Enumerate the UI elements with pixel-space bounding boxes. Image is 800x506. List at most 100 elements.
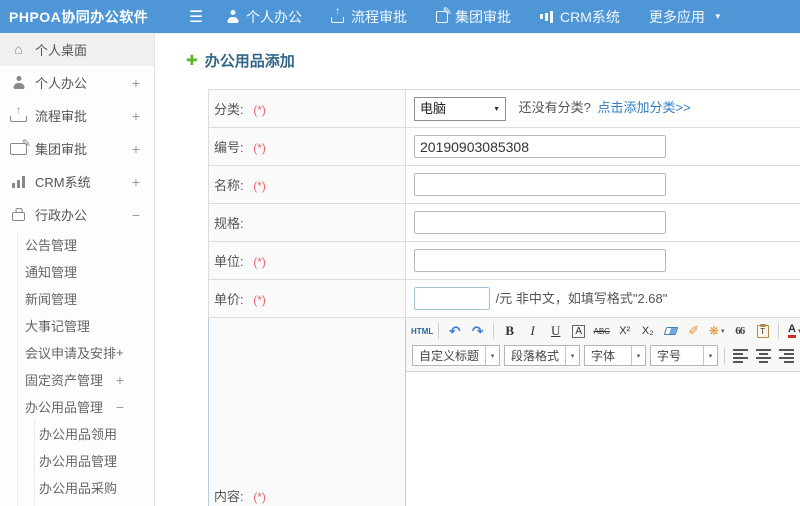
label-text: 规格: — [214, 216, 244, 231]
sidebar-item-label: CRM系统 — [35, 175, 91, 190]
sidebar-item-supplies-requisition[interactable]: 办公用品领用 — [35, 420, 154, 447]
strikethrough-button[interactable]: ABC — [591, 321, 612, 341]
editor-toolbar: HTML ↶ ↷ B I U A ABC X² X₂ ✐ ❋ ▾ 66 T A … — [406, 318, 800, 372]
topnav-personal-office[interactable]: 个人办公 — [226, 7, 302, 27]
paste-as-text-button[interactable]: T — [752, 321, 773, 341]
sidebar-item-admin-office[interactable]: 行政办公 − — [0, 198, 154, 231]
toolbar-separator — [778, 323, 780, 339]
add-plus-icon: ✚ — [186, 52, 198, 68]
sidebar-item-fixed-assets-mgmt[interactable]: 固定资产管理 + — [18, 366, 154, 393]
topnav-crm-system[interactable]: CRM系统 — [540, 7, 620, 27]
custom-heading-dropdown[interactable]: 自定义标题 ▾ — [412, 345, 501, 366]
html-source-button[interactable]: HTML — [411, 321, 433, 341]
sub-item-label: 会议申请及安排 — [25, 346, 117, 361]
sidebar-item-desktop[interactable]: ⌂ 个人桌面 — [0, 33, 154, 66]
field-label-category: 分类: (*) — [208, 89, 406, 128]
expand-icon: + — [131, 140, 140, 157]
sub-item-label: 办公用品采购 — [39, 481, 118, 496]
briefcase-icon — [12, 212, 25, 221]
no-category-hint: 还没有分类? — [518, 99, 591, 115]
sidebar-item-workflow-approval[interactable]: 流程审批 + — [0, 99, 154, 132]
sidebar-item-supplies-management[interactable]: 办公用品管理 — [35, 447, 154, 474]
menu-toggle-icon[interactable]: ☰ — [178, 7, 214, 27]
upload-icon — [10, 109, 27, 122]
sidebar-item-crm-system[interactable]: CRM系统 + — [0, 165, 154, 198]
bold-button[interactable]: B — [499, 321, 520, 341]
sidebar-item-office-supplies-mgmt[interactable]: 办公用品管理 − — [18, 393, 154, 420]
toolbar-separator — [493, 323, 495, 339]
font-family-dropdown[interactable]: 字体 ▾ — [584, 345, 647, 366]
chevron-down-icon: ▾ — [720, 328, 725, 335]
sidebar-item-personal-office[interactable]: 个人办公 + — [0, 66, 154, 99]
subscript-button[interactable]: X₂ — [637, 321, 658, 341]
form-row-unit: 单位: (*) — [208, 241, 800, 280]
office-supplies-submenu: 办公用品领用 办公用品管理 办公用品采购 — [34, 420, 154, 506]
code-input[interactable] — [414, 135, 666, 158]
sidebar-item-announcement-mgmt[interactable]: 公告管理 — [18, 231, 154, 258]
app-logo[interactable]: PHPOA协同办公软件 — [0, 7, 178, 27]
spec-input[interactable] — [414, 211, 666, 234]
auto-typeset-button[interactable]: ❋ ▾ — [706, 321, 727, 341]
sidebar-item-supplies-purchase[interactable]: 办公用品采购 — [35, 474, 154, 501]
edit-square-icon — [10, 137, 31, 155]
home-icon: ⌂ — [14, 41, 23, 57]
topnav-group-approval[interactable]: 集团审批 — [436, 5, 511, 27]
unit-input[interactable] — [414, 249, 666, 272]
redo-button[interactable]: ↷ — [467, 321, 488, 341]
expand-icon: + — [131, 107, 140, 124]
remove-format-button[interactable] — [660, 321, 681, 341]
font-color-button[interactable]: A▾ — [784, 321, 800, 341]
label-text: 单价: — [214, 292, 244, 307]
toolbar-separator — [724, 347, 726, 364]
label-text: 内容: — [214, 488, 244, 504]
sub-item-label: 公告管理 — [25, 238, 78, 253]
topnav-workflow-approval[interactable]: 流程审批 — [331, 7, 407, 27]
toolbar-separator — [438, 323, 440, 339]
required-mark: (*) — [253, 293, 266, 307]
expand-icon: + — [131, 173, 140, 190]
align-left-button[interactable] — [730, 346, 751, 366]
form-row-content: 内容: (*) HTML ↶ ↷ B I U A ABC X² X₂ ✐ ❋ ▾… — [208, 317, 800, 506]
collapse-icon: − — [115, 398, 124, 415]
italic-button[interactable]: I — [522, 321, 543, 341]
sidebar-item-notice-mgmt[interactable]: 通知管理 — [18, 258, 154, 285]
sidebar-item-label: 个人桌面 — [35, 43, 88, 58]
add-category-link[interactable]: 点击添加分类>> — [597, 100, 690, 115]
topnav-label: 流程审批 — [351, 8, 407, 25]
sidebar-item-meeting-request[interactable]: 会议申请及安排 + — [18, 339, 154, 366]
sidebar-item-label: 行政办公 — [35, 208, 88, 223]
expand-icon: + — [116, 345, 124, 360]
label-text: 名称: — [214, 178, 244, 193]
required-mark: (*) — [253, 255, 266, 269]
align-center-button[interactable] — [753, 346, 774, 366]
form-row-code: 编号: (*) — [208, 127, 800, 166]
chevron-down-icon: ▾ — [565, 346, 579, 365]
sidebar: ⌂ 个人桌面 个人办公 + 流程审批 + 集团审批 + CRM系统 + 行政办公… — [0, 33, 155, 506]
page-title: ✚ 办公用品添加 — [186, 50, 800, 71]
underline-button[interactable]: U — [545, 321, 566, 341]
sidebar-item-group-approval[interactable]: 集团审批 + — [0, 132, 154, 165]
paragraph-format-dropdown[interactable]: 段落格式 ▾ — [504, 345, 581, 366]
price-input[interactable] — [414, 287, 490, 310]
align-right-icon — [779, 348, 795, 364]
topnav-more-apps[interactable]: 更多应用 ▼ — [649, 7, 722, 27]
sidebar-item-news-mgmt[interactable]: 新闻管理 — [18, 285, 154, 312]
font-border-button[interactable]: A — [568, 321, 589, 341]
align-right-button[interactable] — [776, 346, 797, 366]
required-mark: (*) — [253, 489, 266, 504]
field-label-content: 内容: (*) — [208, 317, 406, 506]
sub-item-label: 固定资产管理 — [25, 373, 104, 388]
category-select[interactable]: 电脑 — [415, 97, 505, 120]
sidebar-item-memorabilia-mgmt[interactable]: 大事记管理 — [18, 312, 154, 339]
chevron-down-icon: ▼ — [713, 12, 722, 21]
topnav-label: CRM系统 — [560, 8, 620, 25]
name-input[interactable] — [414, 173, 666, 196]
superscript-button[interactable]: X² — [614, 321, 635, 341]
supplies-form: 分类: (*) 电脑 ▼ 还没有分类? 点击添加分类>> 编号: (*) 201… — [208, 89, 800, 506]
font-size-dropdown[interactable]: 字号 ▾ — [650, 345, 719, 366]
blockquote-button[interactable]: 66 — [729, 321, 750, 341]
editor-content[interactable] — [406, 372, 800, 506]
edit-square-icon — [436, 5, 452, 23]
undo-button[interactable]: ↶ — [444, 321, 465, 341]
format-painter-button[interactable]: ✐ — [683, 321, 704, 341]
